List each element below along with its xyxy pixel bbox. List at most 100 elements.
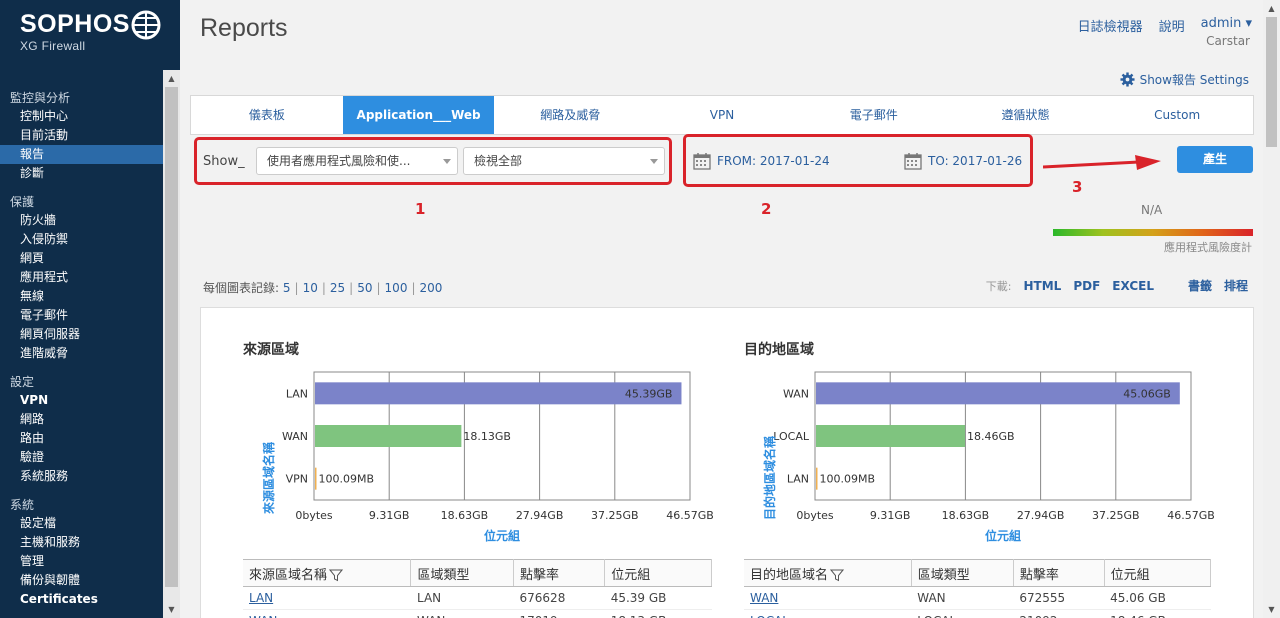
sidebar-item[interactable]: 進階威脅 <box>0 344 163 363</box>
per-page-option[interactable]: 200 <box>420 281 443 295</box>
table-cell: LOCAL <box>911 609 1014 618</box>
download-html-link[interactable]: HTML <box>1024 279 1062 293</box>
sidebar-item[interactable]: 主機和服務 <box>0 533 163 552</box>
sidebar-item[interactable]: 電子郵件 <box>0 306 163 325</box>
sidebar-item[interactable]: 控制中心 <box>0 107 163 126</box>
column-header[interactable]: 區域類型 <box>410 559 515 587</box>
scroll-thumb[interactable] <box>1266 17 1277 147</box>
sidebar-item[interactable]: 目前活動 <box>0 126 163 145</box>
per-page-option[interactable]: 5 <box>283 281 291 295</box>
main-scrollbar[interactable]: ▲ ▼ <box>1263 0 1280 618</box>
column-header[interactable]: 點擊率 <box>1013 559 1105 587</box>
scroll-down-icon[interactable]: ▼ <box>163 601 180 618</box>
to-date-picker[interactable]: TO: 2017-01-26 <box>904 152 1022 170</box>
per-page-option[interactable]: 50 <box>357 281 372 295</box>
sidebar-item[interactable]: 無線 <box>0 287 163 306</box>
globe-icon <box>131 10 161 40</box>
bar-value-label: 45.39GB <box>625 387 673 400</box>
tab-1[interactable]: Application___Web <box>342 96 495 134</box>
column-header-label: 目的地區域名 <box>750 567 829 583</box>
column-header[interactable]: 位元組 <box>604 559 712 587</box>
zone-name-link[interactable]: LAN <box>243 586 411 610</box>
scroll-down-icon[interactable]: ▼ <box>1263 601 1280 618</box>
table-row: LAN LAN 676628 45.39 GB <box>243 586 712 610</box>
records-per-chart: 每個圖表記錄: 5 | 10 | 25 | 50 | 100 | 200 <box>203 279 442 296</box>
column-header[interactable]: 來源區域名稱 <box>243 559 412 587</box>
column-header[interactable]: 位元組 <box>1104 559 1212 587</box>
tab-0[interactable]: 儀表板 <box>191 96 343 134</box>
nav-group-title[interactable]: 保護 <box>0 194 163 211</box>
chevron-down-icon <box>650 159 658 164</box>
sophos-logo[interactable]: SOPHOS XG Firewall <box>20 10 130 53</box>
user-menu[interactable]: admin ▾ <box>1201 16 1252 35</box>
y-tick-label: LAN <box>286 387 308 400</box>
sidebar-item[interactable]: 設定檔 <box>0 514 163 533</box>
y-axis-label: 來源區域名稱 <box>261 442 276 514</box>
report-settings-link[interactable]: Show報告 Settings <box>1120 71 1249 88</box>
bar[interactable] <box>315 425 462 447</box>
tab-3[interactable]: VPN <box>646 96 798 134</box>
bar[interactable] <box>816 425 966 447</box>
tab-2[interactable]: 網路及威脅 <box>494 96 646 134</box>
bar[interactable] <box>816 467 818 490</box>
sidebar-scrollbar[interactable]: ▲ ▼ <box>163 70 180 618</box>
column-header-label: 區域類型 <box>917 567 970 583</box>
generate-button[interactable]: 產生 <box>1177 146 1253 173</box>
sidebar-item[interactable]: 應用程式 <box>0 268 163 287</box>
download-pdf-link[interactable]: PDF <box>1073 279 1100 293</box>
tab-6[interactable]: Custom <box>1101 96 1253 134</box>
separator: | <box>294 281 299 295</box>
column-header[interactable]: 區域類型 <box>911 559 1014 587</box>
table-cell: WAN <box>410 609 514 618</box>
sidebar-item[interactable]: 報告 <box>0 145 163 164</box>
per-page-option[interactable]: 100 <box>385 281 408 295</box>
x-tick-label: 18.63GB <box>942 509 990 522</box>
sidebar-item[interactable]: 系統服務 <box>0 467 163 486</box>
column-header[interactable]: 點擊率 <box>513 559 606 587</box>
schedule-link[interactable]: 排程 <box>1224 277 1248 294</box>
scroll-thumb[interactable] <box>165 87 178 587</box>
view-select[interactable]: 檢視全部 <box>463 147 665 175</box>
sidebar-item[interactable]: 網頁伺服器 <box>0 325 163 344</box>
help-link[interactable]: 說明 <box>1159 16 1185 35</box>
nav-group-title[interactable]: 監控與分析 <box>0 90 163 107</box>
per-page-option[interactable]: 25 <box>330 281 345 295</box>
zone-name-link[interactable]: LOCAL <box>744 609 912 618</box>
tab-5[interactable]: 遵循狀態 <box>950 96 1102 134</box>
sidebar-item[interactable]: 驗證 <box>0 448 163 467</box>
sidebar-item[interactable]: 備份與韌體 <box>0 571 163 590</box>
zone-name-link[interactable]: WAN <box>744 586 912 610</box>
nav-group-title[interactable]: 系統 <box>0 497 163 514</box>
report-type-select[interactable]: 使用者應用程式風險和使... <box>256 147 458 175</box>
filter-icon[interactable] <box>830 568 845 582</box>
bookmark-link[interactable]: 書籤 <box>1188 277 1212 294</box>
sidebar-item[interactable]: 路由 <box>0 429 163 448</box>
sidebar-item[interactable]: 入侵防禦 <box>0 230 163 249</box>
log-viewer-link[interactable]: 日誌檢視器 <box>1078 16 1143 35</box>
sidebar-item[interactable]: Certificates <box>0 590 163 609</box>
sidebar-item[interactable]: 管理 <box>0 552 163 571</box>
sidebar-item[interactable]: VPN <box>0 391 163 410</box>
sidebar-item[interactable]: 網頁 <box>0 249 163 268</box>
nav-group-title[interactable]: 設定 <box>0 374 163 391</box>
tab-4[interactable]: 電子郵件 <box>798 96 950 134</box>
sidebar-item[interactable]: 診斷 <box>0 164 163 183</box>
scroll-up-icon[interactable]: ▲ <box>1263 0 1280 17</box>
sidebar-item[interactable]: 防火牆 <box>0 211 163 230</box>
sidebar-item[interactable]: 網路 <box>0 410 163 429</box>
bar[interactable] <box>315 467 317 490</box>
download-excel-link[interactable]: EXCEL <box>1112 279 1154 293</box>
scroll-up-icon[interactable]: ▲ <box>163 70 180 87</box>
separator: | <box>411 281 416 295</box>
column-header-label: 點擊率 <box>520 567 560 583</box>
destination-zone-chart: 0bytes 9.31GB 18.63GB 27.94GB 37.25GB 46.57GB… <box>762 371 1215 543</box>
risk-meter <box>1053 229 1253 236</box>
column-header[interactable]: 目的地區域名 <box>744 559 912 587</box>
y-tick-label: WAN <box>783 387 809 400</box>
zone-name-link[interactable]: WAN <box>243 609 411 618</box>
y-tick-label: LAN <box>787 473 809 486</box>
per-page-option[interactable]: 10 <box>303 281 318 295</box>
from-date-picker[interactable]: FROM: 2017-01-24 <box>693 152 830 170</box>
filter-icon[interactable] <box>329 568 344 582</box>
y-tick-label: WAN <box>282 430 308 443</box>
